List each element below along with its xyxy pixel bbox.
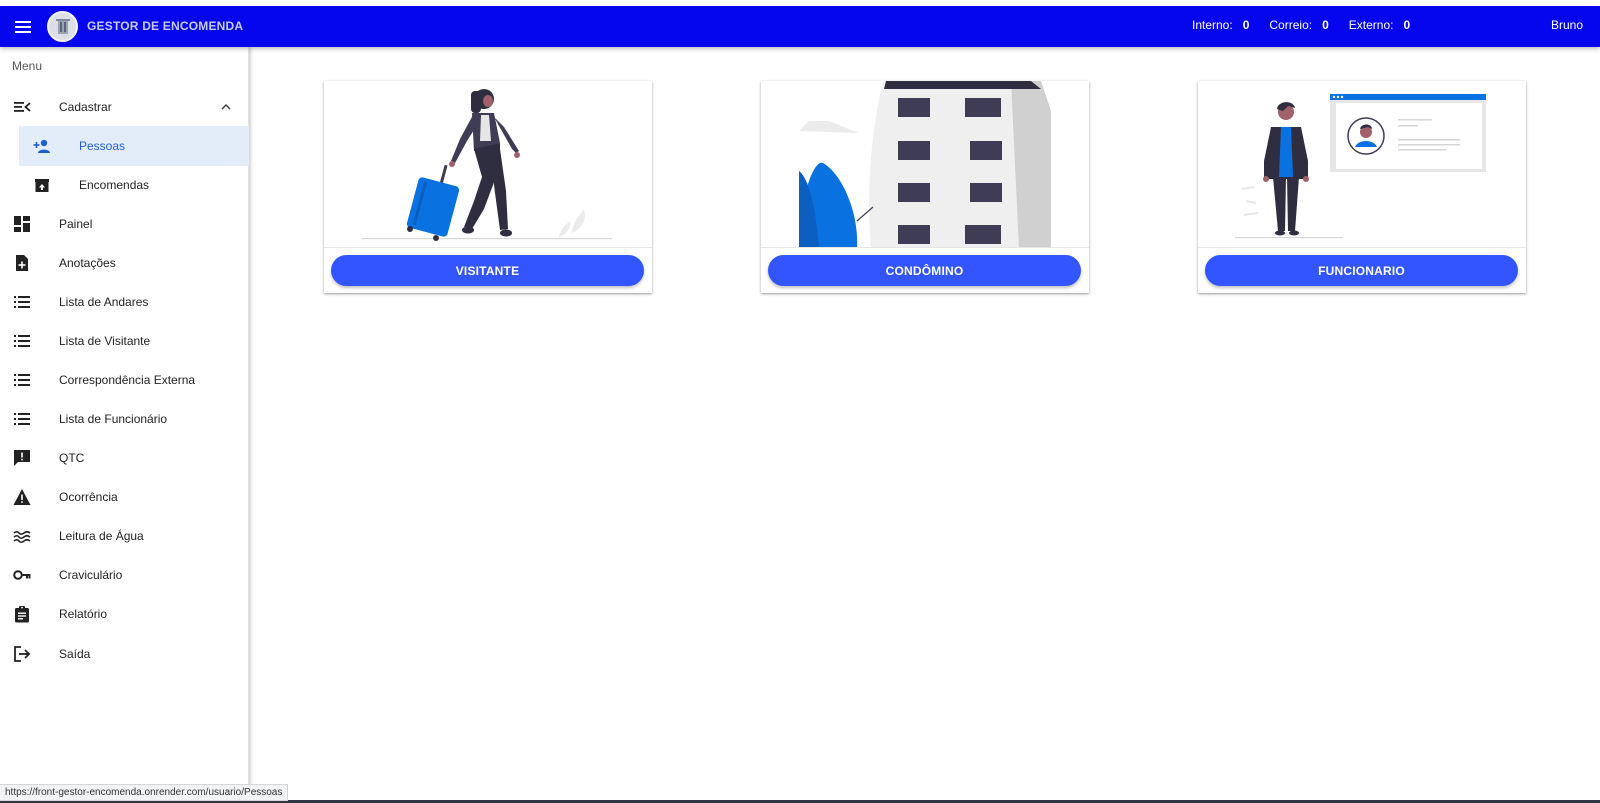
assignment-icon <box>15 606 29 623</box>
chevron-up-icon[interactable] <box>221 102 231 112</box>
sidebar-item-label: Craviculário <box>59 568 123 582</box>
person-add-icon <box>33 139 50 153</box>
sidebar-item-leitura-de-agua[interactable]: Leitura de Água <box>0 516 249 556</box>
sidebar-item-label: QTC <box>59 451 85 465</box>
condomino-button[interactable]: CONDÔMINO <box>768 255 1081 286</box>
sidebar-item-label: Correspondência Externa <box>59 373 196 387</box>
counter-correio: Correio: 0 <box>1269 18 1328 32</box>
sidebar-item-label: Relatório <box>59 607 108 621</box>
app-bar: GESTOR DE ENCOMENDA Interno: 0 Correio: … <box>0 6 1600 47</box>
app-title: GESTOR DE ENCOMENDA <box>87 19 244 33</box>
counter-externo: Externo: 0 <box>1349 18 1410 32</box>
hamburger-menu-icon[interactable] <box>12 16 34 38</box>
list-icon <box>14 296 30 308</box>
card-funcionario[interactable]: FUNCIONARIO <box>1198 81 1526 293</box>
sidebar-item-pessoas[interactable]: Pessoas <box>19 126 249 166</box>
card-condomino[interactable]: CONDÔMINO <box>761 81 1089 293</box>
user-name[interactable]: Bruno <box>1551 18 1583 32</box>
logout-icon <box>14 646 31 662</box>
sidebar-item-saida[interactable]: Saída <box>0 634 249 674</box>
sidebar-item-anotacoes[interactable]: Anotações <box>0 243 249 283</box>
counter-value: 0 <box>1403 18 1411 32</box>
sidebar-item-label: Painel <box>59 217 93 231</box>
delivery-counters: Interno: 0 Correio: 0 Externo: 0 <box>1192 18 1430 32</box>
counter-label: Externo: <box>1348 18 1394 32</box>
key-icon <box>13 570 31 580</box>
sidebar-item-qtc[interactable]: QTC <box>0 438 249 478</box>
list-icon <box>14 335 30 347</box>
counter-label: Correio: <box>1269 18 1313 32</box>
sidebar: Menu Cadastrar Pessoas Encomendas Painel… <box>0 47 249 803</box>
sidebar-item-label: Lista de Andares <box>59 295 149 309</box>
feedback-icon <box>14 450 30 466</box>
sidebar-item-label: Saída <box>59 647 91 661</box>
playlist-add-icon <box>14 102 31 112</box>
app-logo <box>47 11 78 42</box>
sidebar-item-label: Leitura de Água <box>59 529 144 543</box>
sidebar-heading: Menu <box>12 59 43 73</box>
counter-label: Interno: <box>1192 18 1233 32</box>
sidebar-item-lista-de-visitante[interactable]: Lista de Visitante <box>0 321 249 361</box>
visitante-button[interactable]: VISITANTE <box>331 255 644 286</box>
counter-value: 0 <box>1322 18 1329 32</box>
sidebar-item-label: Encomendas <box>79 178 150 192</box>
warning-icon <box>13 489 31 505</box>
sidebar-item-cadastrar[interactable]: Cadastrar <box>0 87 249 127</box>
sidebar-item-label: Lista de Visitante <box>59 334 151 348</box>
sidebar-item-encomendas[interactable]: Encomendas <box>0 165 249 205</box>
sidebar-item-craviculario[interactable]: Craviculário <box>0 555 249 595</box>
traveler-illustration <box>324 81 652 248</box>
sidebar-item-label: Lista de Funcionário <box>59 412 168 426</box>
dashboard-icon <box>14 216 30 232</box>
status-url-tooltip: https://front-gestor-encomenda.onrender.… <box>0 784 289 801</box>
sidebar-item-correspondencia-externa[interactable]: Correspondência Externa <box>0 360 249 400</box>
sidebar-item-label: Cadastrar <box>59 100 112 114</box>
building-illustration <box>761 81 1089 248</box>
sidebar-item-painel[interactable]: Painel <box>0 204 249 244</box>
funcionario-button[interactable]: FUNCIONARIO <box>1205 255 1518 286</box>
employee-illustration <box>1198 81 1526 248</box>
sidebar-item-lista-de-funcionario[interactable]: Lista de Funcionário <box>0 399 249 439</box>
sidebar-item-lista-de-andares[interactable]: Lista de Andares <box>0 282 249 322</box>
sidebar-item-label: Ocorrência <box>59 490 118 504</box>
counter-value: 0 <box>1242 18 1250 32</box>
list-icon <box>14 413 30 425</box>
archive-icon <box>35 179 49 192</box>
list-icon <box>14 374 30 386</box>
sidebar-item-relatorio[interactable]: Relatório <box>0 594 249 634</box>
sidebar-item-label: Anotações <box>59 256 116 270</box>
sidebar-item-label: Pessoas <box>79 139 126 153</box>
note-add-icon <box>16 255 28 271</box>
sidebar-item-ocorrencia[interactable]: Ocorrência <box>0 477 249 517</box>
waves-icon <box>13 530 31 544</box>
counter-interno: Interno: 0 <box>1192 18 1249 32</box>
card-visitante[interactable]: VISITANTE <box>324 81 652 293</box>
